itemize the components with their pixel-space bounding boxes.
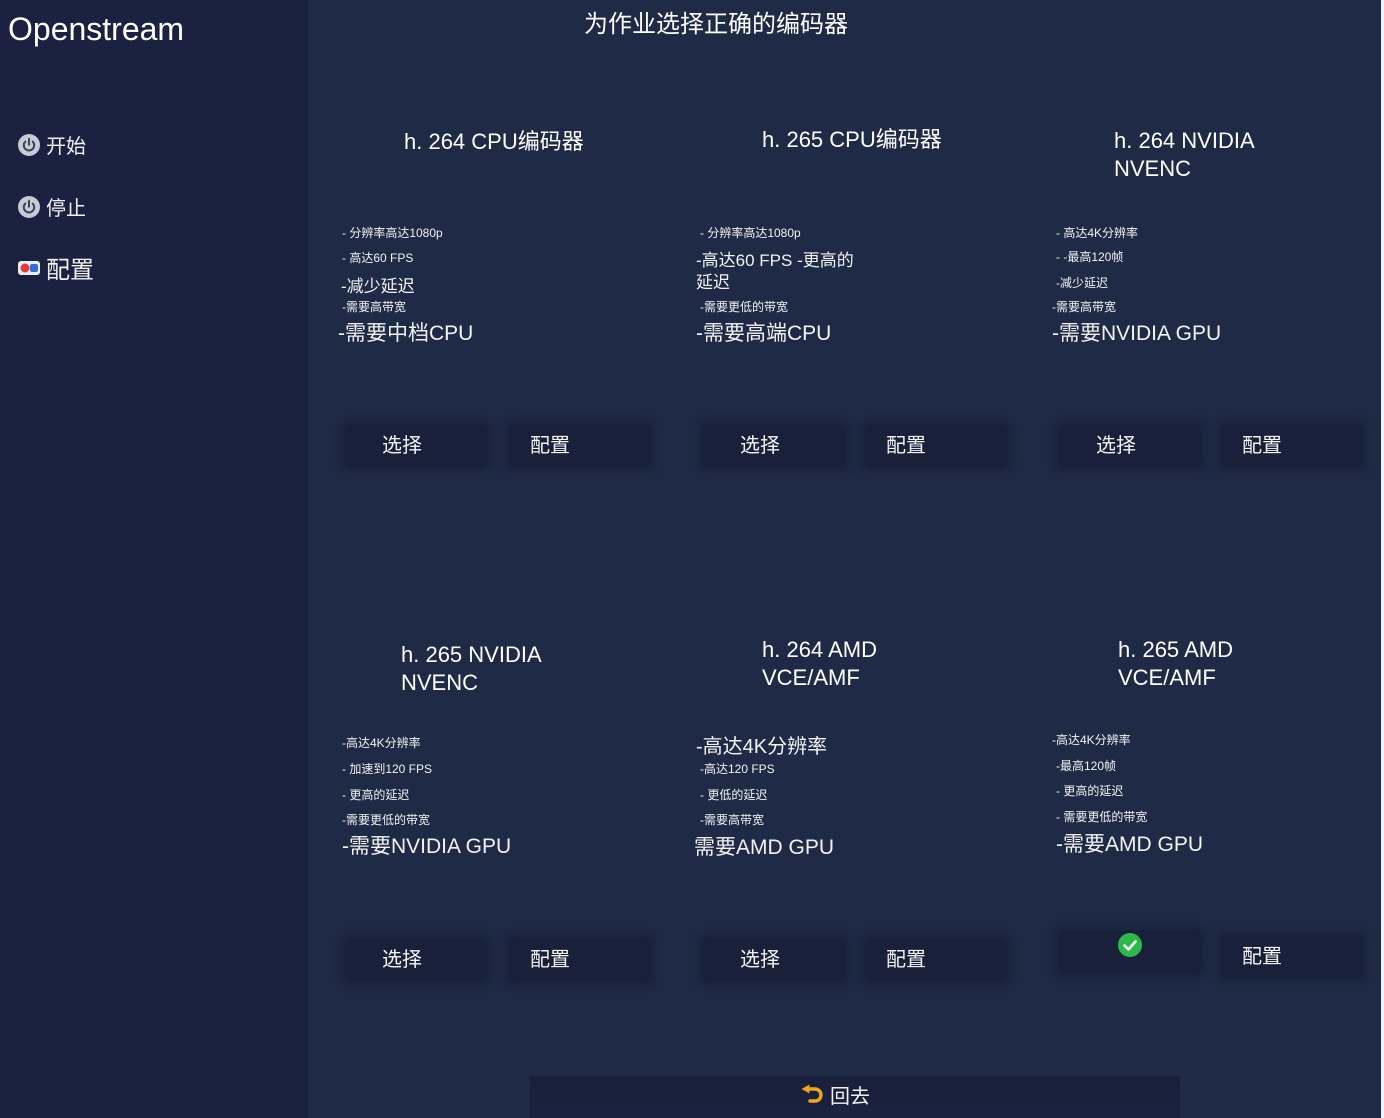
configure-button[interactable]: 配置 [866, 940, 1006, 980]
feature-item: -高达4K分辨率 [696, 736, 828, 758]
configure-button[interactable]: 配置 [866, 426, 1006, 466]
feature-item: -减少延迟 [341, 277, 415, 296]
encoder-title-line: NVENC [401, 670, 479, 695]
encoder-title: h. 264 CPU编码器 [404, 128, 584, 156]
back-label: 回去 [830, 1086, 870, 1108]
feature-item: -高达4K分辨率 [1052, 733, 1131, 747]
encoder-title: h. 265 AMD VCE/AMF [1118, 636, 1233, 692]
feature-item: -减少延迟 [1056, 276, 1108, 290]
select-button[interactable]: 选择 [704, 940, 844, 980]
selected-button[interactable] [1060, 932, 1200, 972]
feature-requirement: -需要中档CPU [338, 322, 474, 345]
feature-item: - 更低的延迟 [700, 788, 768, 802]
select-button[interactable]: 选择 [346, 940, 486, 980]
feature-item: -高达4K分辨率 [342, 736, 421, 750]
encoder-title-line: h. 265 CPU编码器 [762, 127, 942, 152]
encoder-card-h265-nvenc: h. 265 NVIDIA NVENC -高达4K分辨率 - 加速到120 FP… [336, 620, 682, 990]
encoder-title-line: VCE/AMF [762, 665, 860, 690]
back-button[interactable]: 回去 [530, 1076, 1180, 1118]
configure-button[interactable]: 配置 [510, 940, 650, 980]
page-title: 为作业选择正确的编码器 [584, 11, 848, 38]
return-arrow-icon [800, 1084, 824, 1113]
encoder-title-line: h. 264 CPU编码器 [404, 129, 584, 154]
configure-button[interactable]: 配置 [510, 426, 650, 466]
check-circle-icon [1117, 932, 1143, 972]
sidebar: Openstream 开始 停止 配置 [0, 0, 308, 1118]
encoder-title-line: h. 264 AMD [762, 637, 877, 662]
app-title: Openstream [8, 11, 185, 47]
power-icon [18, 196, 40, 223]
sidebar-item-config[interactable]: 配置 [14, 250, 294, 290]
encoder-card-h264-cpu: h. 264 CPU编码器 - 分辨率高达1080p - 高达60 FPS -减… [336, 110, 682, 480]
feature-item: -需要更低的带宽 [700, 300, 788, 314]
encoder-title: h. 264 NVIDIA NVENC [1114, 127, 1255, 183]
feature-item: -最高120帧 [1056, 759, 1117, 773]
power-icon [18, 134, 40, 161]
encoder-title-line: NVENC [1114, 156, 1192, 181]
feature-requirement: -需要NVIDIA GPU [342, 835, 512, 858]
feature-item: -需要高带宽 [1052, 300, 1116, 314]
feature-requirement: 需要AMD GPU [694, 836, 835, 859]
configure-button[interactable]: 配置 [1222, 426, 1362, 466]
sidebar-item-start[interactable]: 开始 [14, 128, 294, 168]
feature-requirement: -需要高端CPU [696, 322, 832, 345]
encoder-title-line: h. 265 NVIDIA [401, 642, 542, 667]
feature-item: - 需要更低的带宽 [1056, 810, 1148, 824]
feature-item: -需要高带宽 [700, 813, 764, 827]
feature-item: - 高达4K分辨率 [1056, 226, 1139, 240]
encoder-title: h. 264 AMD VCE/AMF [762, 636, 877, 692]
feature-item: - 加速到120 FPS [342, 762, 433, 776]
feature-requirement: -需要NVIDIA GPU [1052, 322, 1222, 345]
sidebar-item-label: 停止 [46, 198, 86, 220]
encoder-card-h264-nvenc: h. 264 NVIDIA NVENC - 高达4K分辨率 - -最高120帧 … [1048, 110, 1378, 480]
feature-item: - -最高120帧 [1056, 250, 1124, 264]
encoder-title: h. 265 CPU编码器 [762, 126, 942, 154]
encoder-title: h. 265 NVIDIA NVENC [401, 641, 542, 697]
configure-button[interactable]: 配置 [1222, 937, 1362, 977]
encoder-title-line: h. 264 NVIDIA [1114, 128, 1255, 153]
feature-item: -需要更低的带宽 [342, 813, 430, 827]
encoder-card-h265-cpu: h. 265 CPU编码器 - 分辨率高达1080p -高达60 FPS -更高… [692, 110, 1038, 480]
sidebar-item-label: 开始 [46, 136, 86, 158]
feature-item: -高达60 FPS -更高的延迟 [696, 251, 854, 292]
select-button[interactable]: 选择 [346, 426, 486, 466]
select-button[interactable]: 选择 [704, 426, 844, 466]
feature-requirement: -需要AMD GPU [1056, 833, 1203, 856]
feature-item: - 更高的延迟 [1056, 784, 1124, 798]
encoder-card-h264-amd: h. 264 AMD VCE/AMF -高达4K分辨率 -高达120 FPS -… [692, 620, 1038, 990]
select-button[interactable]: 选择 [1060, 426, 1200, 466]
feature-item: - 分辨率高达1080p [342, 226, 443, 240]
feature-item: - 分辨率高达1080p [700, 226, 801, 240]
config-icon [17, 259, 41, 282]
feature-item: - 高达60 FPS [342, 251, 414, 265]
feature-item: -高达120 FPS [700, 762, 775, 776]
feature-item: -需要高带宽 [342, 300, 406, 314]
feature-item: - 更高的延迟 [342, 788, 410, 802]
encoder-card-h265-amd: h. 265 AMD VCE/AMF -高达4K分辨率 -最高120帧 - 更高… [1048, 620, 1378, 990]
sidebar-item-stop[interactable]: 停止 [14, 190, 294, 230]
app-window: Openstream 开始 停止 配置 为作业选择正确的编码器 h. 264 C… [0, 0, 1381, 1118]
encoder-title-line: h. 265 AMD [1118, 637, 1233, 662]
sidebar-item-label: 配置 [46, 257, 94, 284]
encoder-title-line: VCE/AMF [1118, 665, 1216, 690]
